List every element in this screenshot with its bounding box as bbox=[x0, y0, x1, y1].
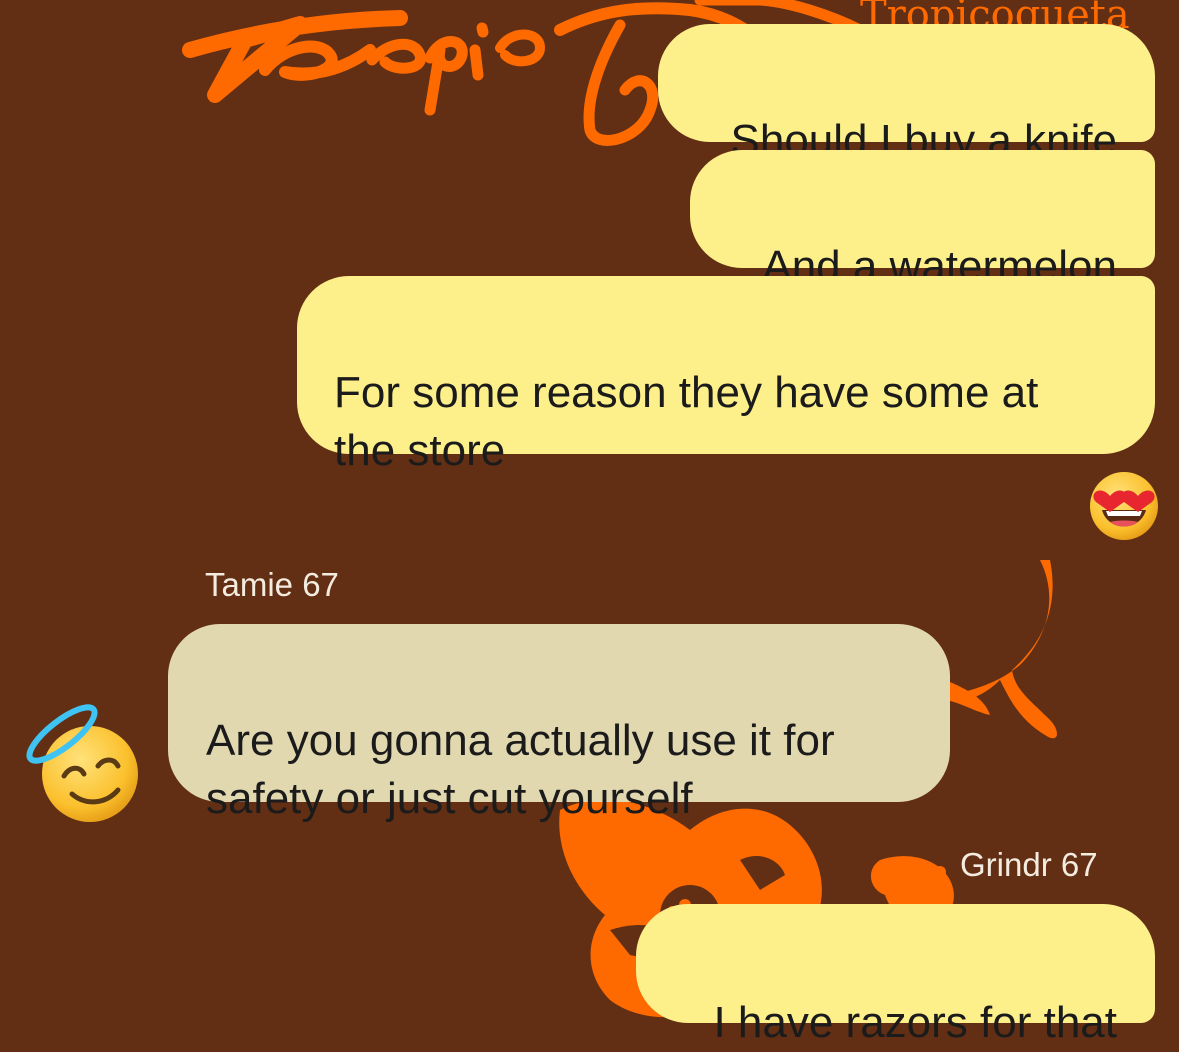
heart-eyes-emoji[interactable] bbox=[1086, 466, 1162, 542]
sender-name: Grindr 67 bbox=[960, 846, 1098, 883]
outgoing-message[interactable]: I have razors for that bbox=[636, 904, 1155, 1047]
incoming-message[interactable]: Are you gonna actually use it for safety… bbox=[168, 624, 950, 823]
outgoing-message[interactable]: And a watermelon bbox=[690, 150, 1155, 291]
outgoing-message[interactable]: Should I buy a knife bbox=[658, 24, 1155, 165]
sender-name: Tamie 67 bbox=[205, 566, 339, 603]
smiling-face-with-halo-emoji bbox=[26, 704, 138, 822]
outgoing-message[interactable]: For some reason they have some at the st… bbox=[297, 276, 1155, 475]
